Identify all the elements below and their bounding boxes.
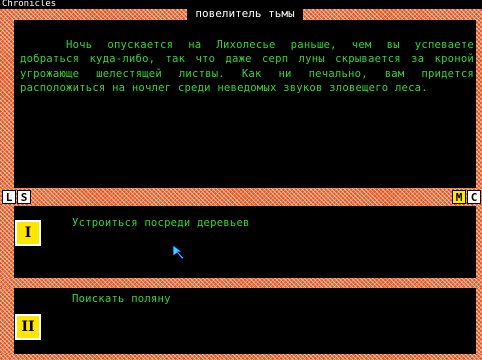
choice-text: Устроиться посреди деревьев — [72, 217, 250, 229]
choice2-left-border — [0, 288, 14, 354]
mouse-cursor-icon — [172, 244, 185, 260]
save-button[interactable]: S — [17, 190, 31, 204]
page-title: повелитель тьмы — [187, 8, 303, 20]
choice-text: Поискать поляну — [72, 293, 171, 305]
choice1-right-border — [476, 206, 482, 278]
choice-item-1[interactable]: I Устроиться посреди деревьев — [14, 206, 476, 278]
choice1-left-border — [0, 206, 14, 278]
map-button[interactable]: M — [452, 190, 466, 204]
right-border — [476, 20, 482, 190]
bottom-border — [0, 354, 482, 360]
choice-separator — [0, 278, 482, 288]
choice-number-badge: II — [15, 314, 41, 340]
story-panel: Ночь опускается на Лихолесье раньше, чем… — [14, 20, 476, 190]
left-border — [0, 20, 14, 190]
toolbar-frame — [0, 188, 482, 206]
game-title: Chronicles — [2, 0, 57, 9]
story-text: Ночь опускается на Лихолесье раньше, чем… — [20, 39, 474, 95]
title-bar: повелитель тьмы — [150, 8, 340, 20]
character-button[interactable]: C — [467, 190, 481, 204]
choice-item-2[interactable]: II Поискать поляну — [14, 288, 476, 354]
load-button[interactable]: L — [2, 190, 16, 204]
choice-number-badge: I — [15, 220, 41, 246]
choice2-right-border — [476, 288, 482, 354]
